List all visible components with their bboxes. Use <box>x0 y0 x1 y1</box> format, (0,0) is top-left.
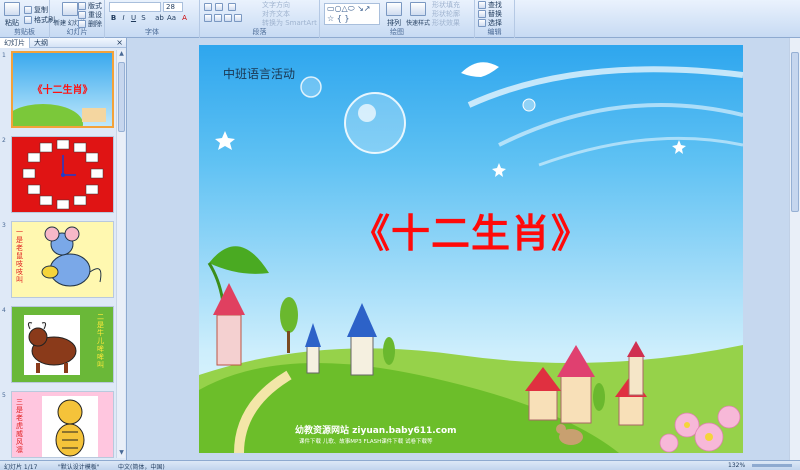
mouse-image <box>41 226 102 287</box>
slide-thumbnail-1[interactable]: 《十二生肖》 <box>11 51 114 128</box>
pane-scroll-thumb[interactable] <box>118 62 125 132</box>
drawing-group: ▭○△⬭ ↘↗ ☆ { } 排列 快速样式 形状填充 形状轮廓 形状效果 绘图 <box>320 0 475 38</box>
status-bar: 幻灯片 1/17 "默认设计模板" 中文(简体，中国) 132% <box>0 460 800 470</box>
slide-subtitle[interactable]: 中班语言活动 <box>223 65 295 82</box>
font-color-button[interactable]: A <box>180 14 189 23</box>
align-right-icon[interactable] <box>224 14 232 22</box>
slide-number: 3 <box>2 222 6 229</box>
reset-icon <box>78 11 86 19</box>
website-text: 幼教资源网站 ziyuan.baby611.com <box>295 426 457 436</box>
thumb-title: 《十二生肖》 <box>32 85 93 96</box>
font-group-label: 字体 <box>145 28 159 36</box>
ribbon: 粘贴 复制 格式刷 剪贴板 新建 幻灯片 版式 重设 删除 幻灯片 28 B I… <box>0 0 800 38</box>
theme-name: "默认设计模板" <box>58 464 100 470</box>
quick-styles-button[interactable]: 快速样式 <box>406 2 430 27</box>
zodiac-clock-image <box>22 139 104 210</box>
language-indicator[interactable]: 中文(简体，中国) <box>118 462 165 470</box>
paste-button[interactable]: 粘贴 <box>4 2 20 28</box>
arrange-button[interactable]: 排列 <box>386 2 402 28</box>
find-icon <box>478 1 486 9</box>
website-links: 课件下载 儿歌、故事MP3 FLASH课件下载 试卷下载等 <box>299 439 433 445</box>
tiger-image <box>42 396 98 457</box>
paste-icon <box>4 2 20 16</box>
copy-icon <box>24 6 32 14</box>
align-left-icon[interactable] <box>204 14 212 22</box>
change-case-button[interactable]: Aa <box>167 14 176 23</box>
scroll-up-icon[interactable]: ▲ <box>117 50 126 59</box>
justify-icon[interactable] <box>234 14 242 22</box>
ox-image <box>24 315 80 375</box>
indent-icon[interactable] <box>228 3 236 11</box>
slide-number: 2 <box>2 137 6 144</box>
slides-pane: 幻灯片 大纲 × 1 《十二生肖》 2 3 一是老鼠吱吱叫 4 二是牛儿哞哞叫 … <box>0 37 127 460</box>
align-center-icon[interactable] <box>214 14 222 22</box>
slide-number: 4 <box>2 307 6 314</box>
editor-scrollbar[interactable] <box>789 38 800 460</box>
thumb-house <box>82 108 106 122</box>
arrange-icon <box>386 2 402 16</box>
brush-icon <box>24 16 32 24</box>
select-icon <box>478 19 486 27</box>
tab-slides[interactable]: 幻灯片 <box>0 37 30 48</box>
font-name-field[interactable] <box>109 2 161 12</box>
slides-group: 新建 幻灯片 版式 重设 删除 幻灯片 <box>50 0 105 38</box>
bullets-icon[interactable] <box>204 3 212 11</box>
underline-button[interactable]: U <box>129 14 138 23</box>
clipboard-group-label: 剪贴板 <box>14 28 35 36</box>
layout-icon <box>78 2 86 10</box>
slides-group-label: 幻灯片 <box>66 28 88 36</box>
shapes-gallery[interactable]: ▭○△⬭ ↘↗ ☆ { } <box>324 3 380 25</box>
slide-thumbnail-2[interactable] <box>11 136 114 213</box>
slide-edit-area: 中班语言活动 《十二生肖》 幼教资源网站 ziyuan.baby611.com … <box>128 38 800 460</box>
quick-styles-icon <box>410 2 426 16</box>
slide-thumbnail-5[interactable]: 三是老虎威风凛 <box>11 391 114 458</box>
tab-outline[interactable]: 大纲 <box>30 38 52 48</box>
zoom-slider[interactable] <box>752 464 792 467</box>
slide-number: 5 <box>2 392 6 399</box>
pane-tabs: 幻灯片 大纲 × <box>0 37 126 48</box>
editing-group: 查找 替换 选择 编辑 <box>475 0 515 38</box>
new-slide-icon <box>61 2 78 16</box>
font-group: 28 B I U S ab Aa A 字体 <box>105 0 200 38</box>
copy-button[interactable]: 复制 <box>24 5 48 15</box>
replace-icon <box>478 10 486 18</box>
char-spacing-button[interactable]: ab <box>155 14 164 23</box>
clipboard-group: 粘贴 复制 格式刷 剪贴板 <box>0 0 55 38</box>
thumb-hill <box>13 104 83 126</box>
font-size-field[interactable]: 28 <box>163 2 183 12</box>
slide-thumbnail-4[interactable]: 二是牛儿哞哞叫 <box>11 306 114 383</box>
pane-scrollbar[interactable]: ▲ ▼ <box>116 50 125 458</box>
paragraph-group: 文字方向 对齐文本 转换为 SmartArt 段落 <box>200 0 320 38</box>
bold-button[interactable]: B <box>109 14 118 23</box>
close-icon[interactable]: × <box>116 38 123 48</box>
drawing-group-label: 绘图 <box>390 28 404 36</box>
strikethrough-button[interactable]: S <box>139 14 148 23</box>
scroll-down-icon[interactable]: ▼ <box>117 449 126 458</box>
numbering-icon[interactable] <box>215 3 223 11</box>
italic-button[interactable]: I <box>119 14 128 23</box>
slide-thumbnail-3[interactable]: 一是老鼠吱吱叫 <box>11 221 114 298</box>
editor-scroll-thumb[interactable] <box>791 52 799 212</box>
editing-group-label: 编辑 <box>487 28 502 36</box>
slide-number: 1 <box>2 52 6 59</box>
paragraph-group-label: 段落 <box>252 28 267 36</box>
slide-count: 幻灯片 1/17 <box>4 464 38 470</box>
zoom-level[interactable]: 132% <box>728 462 745 469</box>
current-slide[interactable]: 中班语言活动 《十二生肖》 幼教资源网站 ziyuan.baby611.com … <box>199 45 743 453</box>
slide-title[interactable]: 《十二生肖》 <box>199 203 743 259</box>
